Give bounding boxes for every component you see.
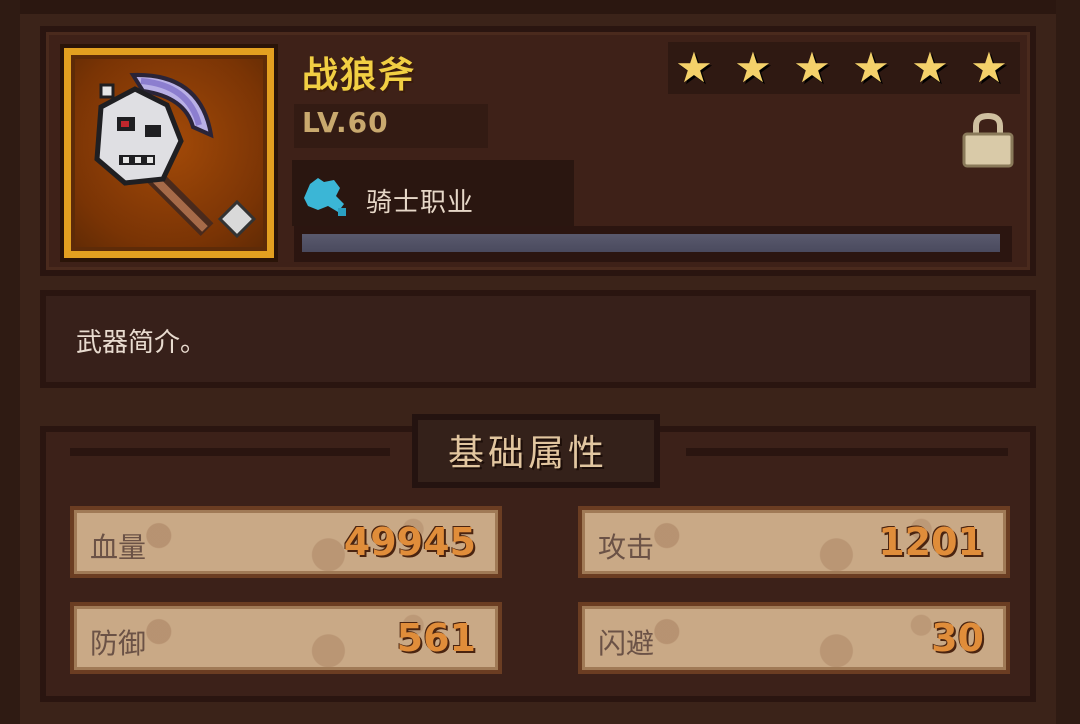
window-left-edge: [0, 0, 20, 724]
star-icon: ★: [793, 43, 831, 92]
stat-label: 闪避: [598, 627, 655, 660]
stat-label: 攻击: [598, 531, 655, 564]
star-icon: ★: [911, 43, 949, 92]
stat-value: 561: [396, 616, 476, 660]
star-icon: ★: [970, 43, 1008, 92]
skull-axe-icon: [94, 72, 257, 239]
weapon-description: 武器简介。: [76, 328, 207, 358]
stat-value: 30: [931, 616, 984, 660]
star-icon: ★: [675, 43, 713, 92]
lock-icon[interactable]: [958, 110, 1018, 170]
stat-attack: 攻击 1201: [578, 506, 1010, 578]
stat-defense: 防御 561: [70, 602, 502, 674]
weapon-name: 战狼斧: [302, 55, 417, 96]
window-right-edge: [1056, 0, 1080, 724]
divider-left: [70, 448, 390, 456]
stat-value: 49945: [343, 520, 476, 564]
star-icon: ★: [734, 43, 772, 92]
window-top-edge: [0, 0, 1080, 14]
divider-right: [686, 448, 1008, 456]
weapon-level: LV.60: [302, 106, 389, 139]
blue-wolf-icon: [300, 172, 350, 218]
stat-dodge: 闪避 30: [578, 602, 1010, 674]
class-label: 骑士职业: [366, 188, 475, 218]
stat-label: 血量: [90, 531, 147, 564]
stat-label: 防御: [90, 627, 147, 660]
star-rating: ★ ★ ★ ★ ★ ★: [668, 42, 1020, 94]
stat-hp: 血量 49945: [70, 506, 502, 578]
progress-bar: [302, 234, 1000, 252]
stat-value: 1201: [878, 520, 984, 564]
weapon-icon-frame: [64, 48, 274, 258]
attributes-title: 基础属性: [448, 433, 609, 474]
star-icon: ★: [852, 43, 890, 92]
